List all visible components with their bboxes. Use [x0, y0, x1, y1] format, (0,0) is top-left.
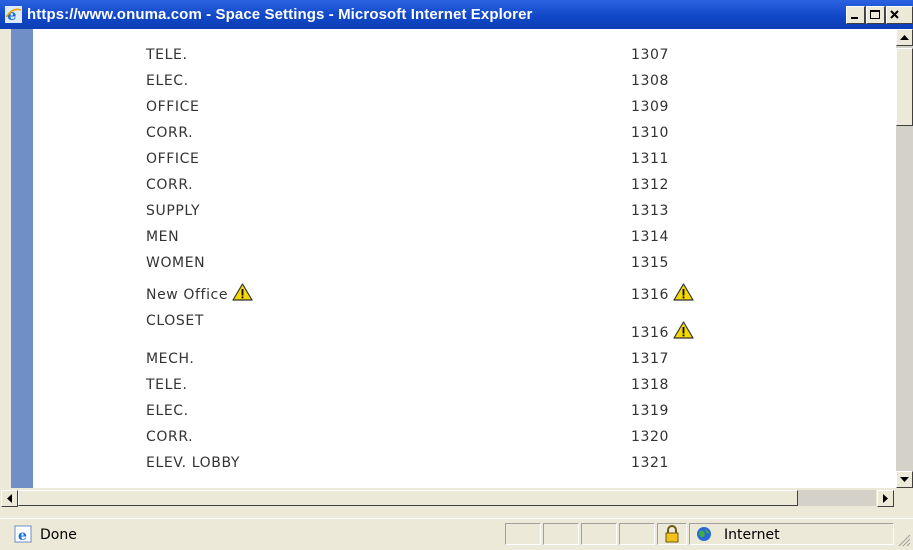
- space-name: TELE.: [146, 47, 188, 63]
- space-number: 1317: [631, 351, 670, 367]
- space-row: WOMEN 1315: [0, 250, 896, 276]
- space-name: SUPPLY: [146, 203, 201, 219]
- status-pane: [543, 523, 579, 545]
- space-row: CORR. 1310: [0, 120, 896, 146]
- status-pane: [581, 523, 617, 545]
- space-name: CORR.: [146, 429, 194, 445]
- vertical-scrollbar[interactable]: [896, 29, 913, 488]
- warning-icon: [232, 283, 253, 301]
- zone-text: Internet: [724, 527, 780, 543]
- ie-page-icon: e: [14, 525, 32, 543]
- space-name: CORR.: [146, 125, 194, 141]
- scroll-up-button[interactable]: [896, 29, 913, 46]
- space-number: 1311: [631, 151, 670, 167]
- space-number: 1308: [631, 73, 670, 89]
- warning-icon: [673, 283, 694, 301]
- space-number: 1321: [631, 455, 670, 471]
- space-number: 1314: [631, 229, 670, 245]
- status-pane: [619, 523, 655, 545]
- arrow-left-icon: [7, 494, 12, 503]
- scroll-right-button[interactable]: [877, 490, 894, 507]
- space-row: OFFICE 1311: [0, 146, 896, 172]
- space-name: CORR.: [146, 177, 194, 193]
- space-row: CORR. 1312: [0, 172, 896, 198]
- space-name: OFFICE: [146, 151, 200, 167]
- space-row: ELEC. 1308: [0, 68, 896, 94]
- vertical-scroll-thumb[interactable]: [896, 48, 913, 126]
- scroll-corner: [896, 488, 913, 508]
- space-number: 1312: [631, 177, 670, 193]
- globe-icon: [697, 527, 711, 541]
- space-row: CORR. 1320: [0, 424, 896, 450]
- space-name: WOMEN: [146, 255, 206, 271]
- lock-icon: [665, 525, 679, 543]
- space-number: 1319: [631, 403, 670, 419]
- status-bar: e Done Internet: [0, 518, 913, 550]
- space-number: 1316: [631, 283, 694, 303]
- space-row: OFFICE 1309: [0, 94, 896, 120]
- resize-grip-icon[interactable]: [896, 532, 912, 548]
- space-name: TELE.: [146, 377, 188, 393]
- minimize-button[interactable]: [846, 6, 865, 24]
- security-pane[interactable]: [657, 523, 687, 545]
- space-number: 1307: [631, 47, 670, 63]
- space-name: MECH.: [146, 351, 195, 367]
- space-number: 1309: [631, 99, 670, 115]
- space-number: 1313: [631, 203, 670, 219]
- space-number: 1316: [631, 321, 694, 341]
- space-number: 1318: [631, 377, 670, 393]
- arrow-up-icon: [900, 35, 909, 40]
- space-name: ELEC.: [146, 403, 189, 419]
- space-name: OFFICE: [146, 99, 200, 115]
- page-content: TELE. 1307 ELEC. 1308 OFFICE 1309 CORR. 1310 OFF…: [0, 29, 896, 488]
- status-text: Done: [40, 527, 77, 543]
- ie-icon: e: [5, 6, 22, 23]
- space-name: ELEC.: [146, 73, 189, 89]
- status-pane: [505, 523, 541, 545]
- space-name: ELEV. LOBBY: [146, 455, 241, 471]
- space-row: ELEC. 1319: [0, 398, 896, 424]
- space-number: 1310: [631, 125, 670, 141]
- maximize-button[interactable]: [866, 6, 885, 24]
- close-icon: [890, 10, 899, 19]
- space-number: 1320: [631, 429, 670, 445]
- zone-pane: [689, 523, 894, 545]
- arrow-right-icon: [883, 494, 888, 503]
- space-row: ELEV. LOBBY 1321: [0, 450, 896, 476]
- space-name: MEN: [146, 229, 180, 245]
- space-row: TELE. 1307: [0, 42, 896, 68]
- title-bar: e https://www.onuma.com - Space Settings…: [0, 0, 913, 29]
- warning-icon: [673, 321, 694, 339]
- window-title: https://www.onuma.com - Space Settings -…: [27, 6, 533, 23]
- space-name: New Office: [146, 283, 253, 303]
- space-number: 1315: [631, 255, 670, 271]
- space-row: TELE. 1318: [0, 372, 896, 398]
- space-row: CLOSET 1316: [0, 308, 896, 341]
- space-row: New Office 1316: [0, 278, 896, 304]
- arrow-down-icon: [900, 477, 909, 482]
- maximize-icon: [870, 10, 880, 19]
- space-row: MEN 1314: [0, 224, 896, 250]
- horizontal-scrollbar[interactable]: [0, 488, 896, 508]
- close-button[interactable]: [886, 6, 913, 24]
- space-name: CLOSET: [146, 313, 204, 329]
- scroll-down-button[interactable]: [896, 471, 913, 488]
- minimize-icon: [851, 17, 858, 19]
- horizontal-scroll-thumb[interactable]: [18, 490, 798, 506]
- svg-text:e: e: [18, 528, 27, 543]
- scroll-left-button[interactable]: [1, 490, 18, 507]
- space-row: MECH. 1317: [0, 346, 896, 372]
- space-row: SUPPLY 1313: [0, 198, 896, 224]
